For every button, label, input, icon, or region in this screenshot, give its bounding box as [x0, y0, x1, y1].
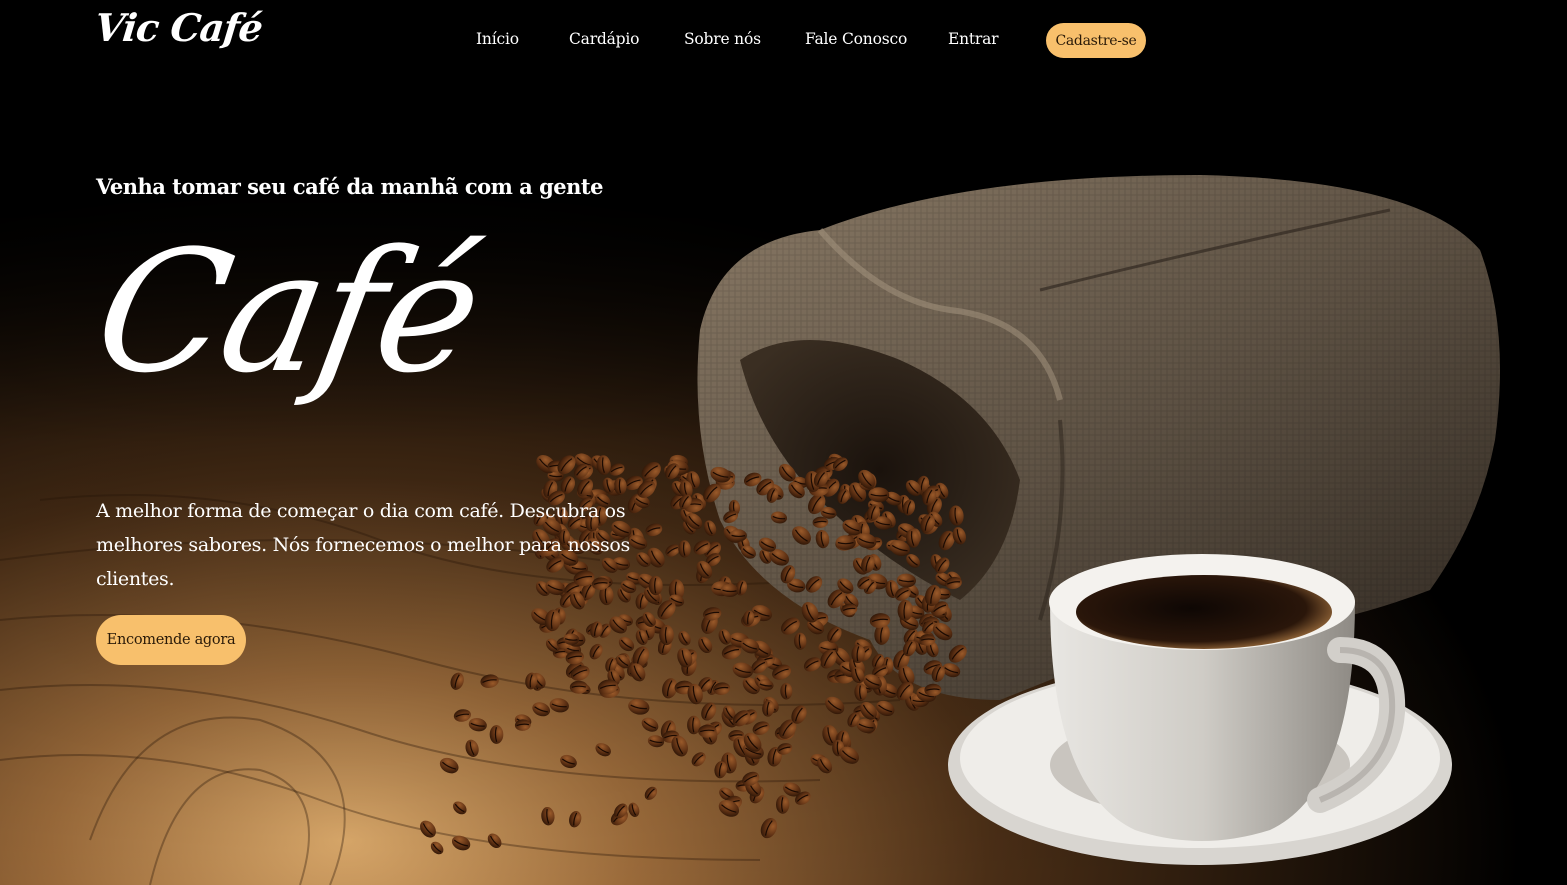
order-now-button[interactable]: Encomende agora: [96, 615, 246, 665]
nav-link-entrar[interactable]: Entrar: [948, 30, 999, 48]
nav-link-sobre-nos[interactable]: Sobre nós: [684, 30, 761, 48]
navbar: Vic Café Início Cardápio Sobre nós Fale …: [0, 0, 1567, 80]
hero-title: Café: [82, 214, 492, 410]
signup-button[interactable]: Cadastre-se: [1046, 23, 1146, 58]
nav-link-inicio[interactable]: Início: [476, 30, 519, 48]
logo[interactable]: Vic Café: [93, 5, 265, 50]
nav-link-cardapio[interactable]: Cardápio: [569, 30, 639, 48]
nav-link-fale-conosco[interactable]: Fale Conosco: [805, 30, 907, 48]
hero-tagline: Venha tomar seu café da manhã com a gent…: [96, 174, 603, 199]
hero-description: A melhor forma de começar o dia com café…: [96, 500, 631, 590]
hero-background-image: [0, 0, 1567, 885]
